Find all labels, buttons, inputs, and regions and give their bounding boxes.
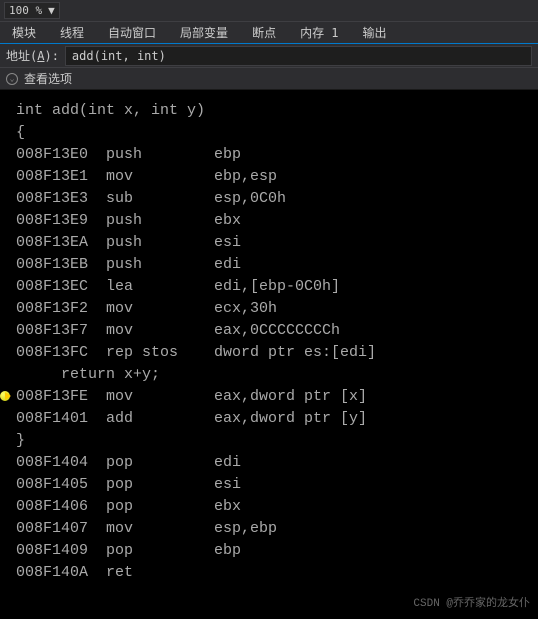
asm-line[interactable]: 008F13EB push edi xyxy=(0,254,538,276)
asm-line[interactable]: 008F13E0 push ebp xyxy=(0,144,538,166)
disassembly-view[interactable]: int add(int x, int y){008F13E0 push ebp0… xyxy=(0,90,538,619)
tab-threads[interactable]: 线程 xyxy=(48,22,96,43)
watermark: CSDN @乔乔家的龙女仆 xyxy=(413,593,530,615)
chevron-down-icon: ⌄ xyxy=(6,73,18,85)
asm-line[interactable]: 008F13F7 mov eax,0CCCCCCCCh xyxy=(0,320,538,342)
asm-line[interactable]: 008F1407 mov esp,ebp xyxy=(0,518,538,540)
asm-line[interactable]: 008F13E9 push ebx xyxy=(0,210,538,232)
asm-line[interactable]: 008F13FE mov eax,dword ptr [x] xyxy=(0,386,538,408)
asm-line[interactable]: 008F13E3 sub esp,0C0h xyxy=(0,188,538,210)
asm-line[interactable]: 008F140A ret xyxy=(0,562,538,584)
address-bar: 地址(A): xyxy=(0,44,538,68)
source-line[interactable]: return x+y; xyxy=(0,364,538,386)
address-input[interactable] xyxy=(65,46,532,66)
tab-autos[interactable]: 自动窗口 xyxy=(96,22,168,43)
zoom-value: 100 % xyxy=(9,4,42,17)
tab-breakpoints[interactable]: 断点 xyxy=(240,22,288,43)
view-options-bar[interactable]: ⌄ 查看选项 xyxy=(0,68,538,90)
asm-line[interactable]: 008F1405 pop esi xyxy=(0,474,538,496)
source-line[interactable]: int add(int x, int y) xyxy=(0,100,538,122)
asm-line[interactable]: 008F13FC rep stos dword ptr es:[edi] xyxy=(0,342,538,364)
tab-memory1[interactable]: 内存 1 xyxy=(288,22,350,43)
asm-line[interactable]: 008F1406 pop ebx xyxy=(0,496,538,518)
asm-line[interactable]: 008F1409 pop ebp xyxy=(0,540,538,562)
tab-output[interactable]: 输出 xyxy=(351,22,399,43)
tab-modules[interactable]: 模块 xyxy=(0,22,48,43)
asm-line[interactable]: 008F1404 pop edi xyxy=(0,452,538,474)
asm-line[interactable]: 008F13EA push esi xyxy=(0,232,538,254)
zoom-selector[interactable]: 100 % ▼ xyxy=(4,2,60,19)
source-line[interactable]: } xyxy=(0,430,538,452)
tab-locals[interactable]: 局部变量 xyxy=(168,22,240,43)
debug-window-tabs: 模块 线程 自动窗口 局部变量 断点 内存 1 输出 xyxy=(0,22,538,44)
view-options-label: 查看选项 xyxy=(24,70,72,87)
toolbar: 100 % ▼ xyxy=(0,0,538,22)
asm-line[interactable]: 008F13F2 mov ecx,30h xyxy=(0,298,538,320)
asm-line[interactable]: 008F13E1 mov ebp,esp xyxy=(0,166,538,188)
asm-line[interactable]: 008F13EC lea edi,[ebp-0C0h] xyxy=(0,276,538,298)
source-line[interactable]: { xyxy=(0,122,538,144)
address-label: 地址(A): xyxy=(6,47,59,64)
instruction-pointer-icon xyxy=(0,389,14,403)
dropdown-arrow-icon: ▼ xyxy=(48,4,55,17)
asm-line[interactable]: 008F1401 add eax,dword ptr [y] xyxy=(0,408,538,430)
